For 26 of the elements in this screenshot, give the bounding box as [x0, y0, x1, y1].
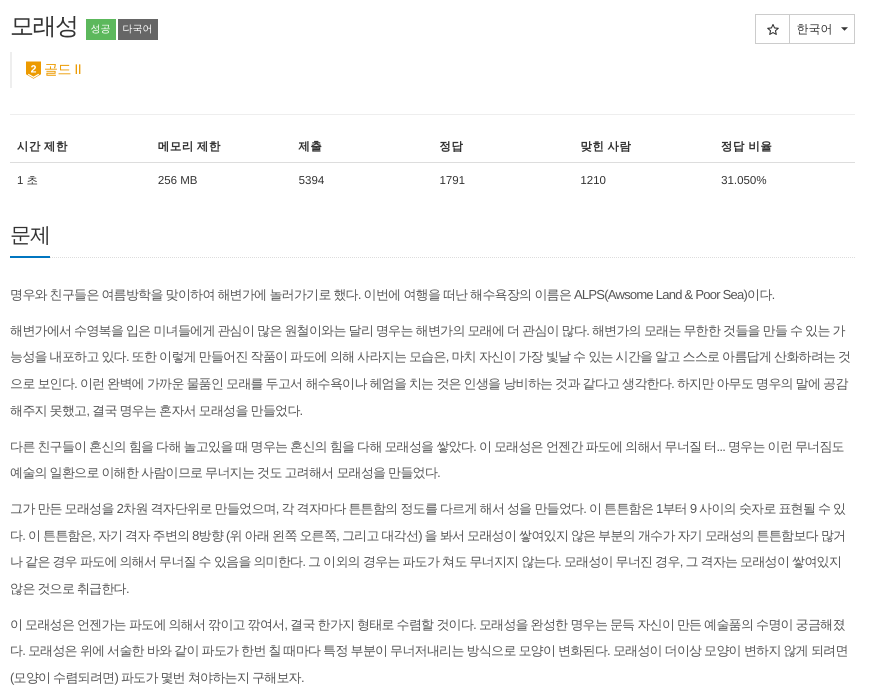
language-dropdown[interactable]: 한국어 [789, 14, 855, 44]
problem-paragraph: 다른 친구들이 혼신의 힘을 다해 놀고있을 때 명우는 혼신의 힘을 다해 모래성을 쌓았다. 이 모래성은 언젠간 파도에 의해서 무너질 터... 명우는 이런 무너짐도 예술의 일환으로 이해한 사람이므로 무너지는 것도 고려해서 모래성을 만들었다. [10, 438, 845, 482]
problem-paragraph: 이 모래성은 언젠가는 파도에 의해서 깎이고 깎여서, 결국 한가지 형태로 수렴할 것이다. 모래성을 완성한 명우는 문득 자신이 만든 예술품의 수명이 궁금해졌다. 모래성은 위에 서술한 바와 같이 파도가 한번 칠 때마다 특정 부분이 무너저내리는 방식으로 모양이 변화된다. 모래성이 더이상 모양이 변하지 않게 되려면 (모양이 수렴되려면) 파도가 몇번 쳐야하는지 구해보자. [10, 616, 849, 688]
table-cell: 5394 [292, 162, 432, 199]
column-header: 제출 [292, 132, 432, 162]
column-header: 맞힌 사람 [573, 132, 714, 162]
caret-icon [840, 27, 848, 31]
table-cell: 31.050% [714, 162, 855, 199]
table-cell: 1210 [573, 162, 714, 199]
table-cell: 1 초 [10, 162, 151, 199]
problem-paragraph: 명우와 친구들은 여름방학을 맞이하여 해변가에 놀러가기로 했다. 이번에 여행을 떠난 해수욕장의 이름은 ALPS(Awsome Land & Poor Sea)이다. [10, 286, 776, 304]
table-cell: 1791 [432, 162, 574, 199]
column-header: 메모리 제한 [150, 132, 292, 162]
favorite-button[interactable] [755, 14, 790, 44]
status-label: 다국어 [118, 18, 158, 40]
star-icon [766, 24, 778, 34]
column-header: 시간 제한 [10, 132, 151, 162]
column-header: 정답 비율 [714, 132, 855, 162]
column-header: 정답 [432, 132, 574, 162]
problem-paragraph: 그가 만든 모래성을 2차원 격자단위로 만들었으며, 각 격자마다 튼튼함의 정도를 다르게 해서 성을 만들었다. 이 튼튼함은 1부터 9 사이의 숫자로 표현될 수 있다. 이 튼튼함은, 자기 격자 주변의 8방향 (위 아래 왼쪽 오른쪽, 그리고 대각선) 을 봐서 모래성이 쌓여있지 않은 부분의 개수가 자기 모래성의 튼튼함보다 많거나 같은 경우 파도에 의해서 무너질 수 있음을 의미한다. 그 이외의 경우는 파도가 쳐도 무너지지 않는다. 모래성이 무너진 경우, 그 격자는 모래성이 쌓여있지 않은 것으로 취급한다. [10, 500, 846, 598]
problem-title: 모래성 [10, 12, 78, 42]
table-cell: 256 MB [150, 162, 292, 199]
problem-paragraph: 해변가에서 수영복을 입은 미녀들에게 관심이 많은 원철이와는 달리 명우는 해변가의 모래에 더 관심이 많다. 해변가의 모래는 무한한 것들을 만들 수 있는 가능성을 내포하고 있다. 또한 이렇게 만들어진 작품이 파도에 의해 사라지는 모습은, 마치 자신이 가장 빛날 수 있는 시간을 알고 스스로 아름답게 산화하려는 것으로 보인다. 이런 완벽에 가까운 물품인 모래를 두고서 해수욕이나 헤엄을 치는 것은 인생을 낭비하는 것과 같다고 생각한다. 하지만 아무도 명우의 말에 공감해주지 못했고, 결국 명우는 혼자서 모래성을 만들었다. [10, 322, 852, 420]
section-heading: 문제 [10, 221, 50, 258]
status-label: 성공 [86, 18, 116, 40]
tier-icon: 2 [26, 60, 41, 80]
